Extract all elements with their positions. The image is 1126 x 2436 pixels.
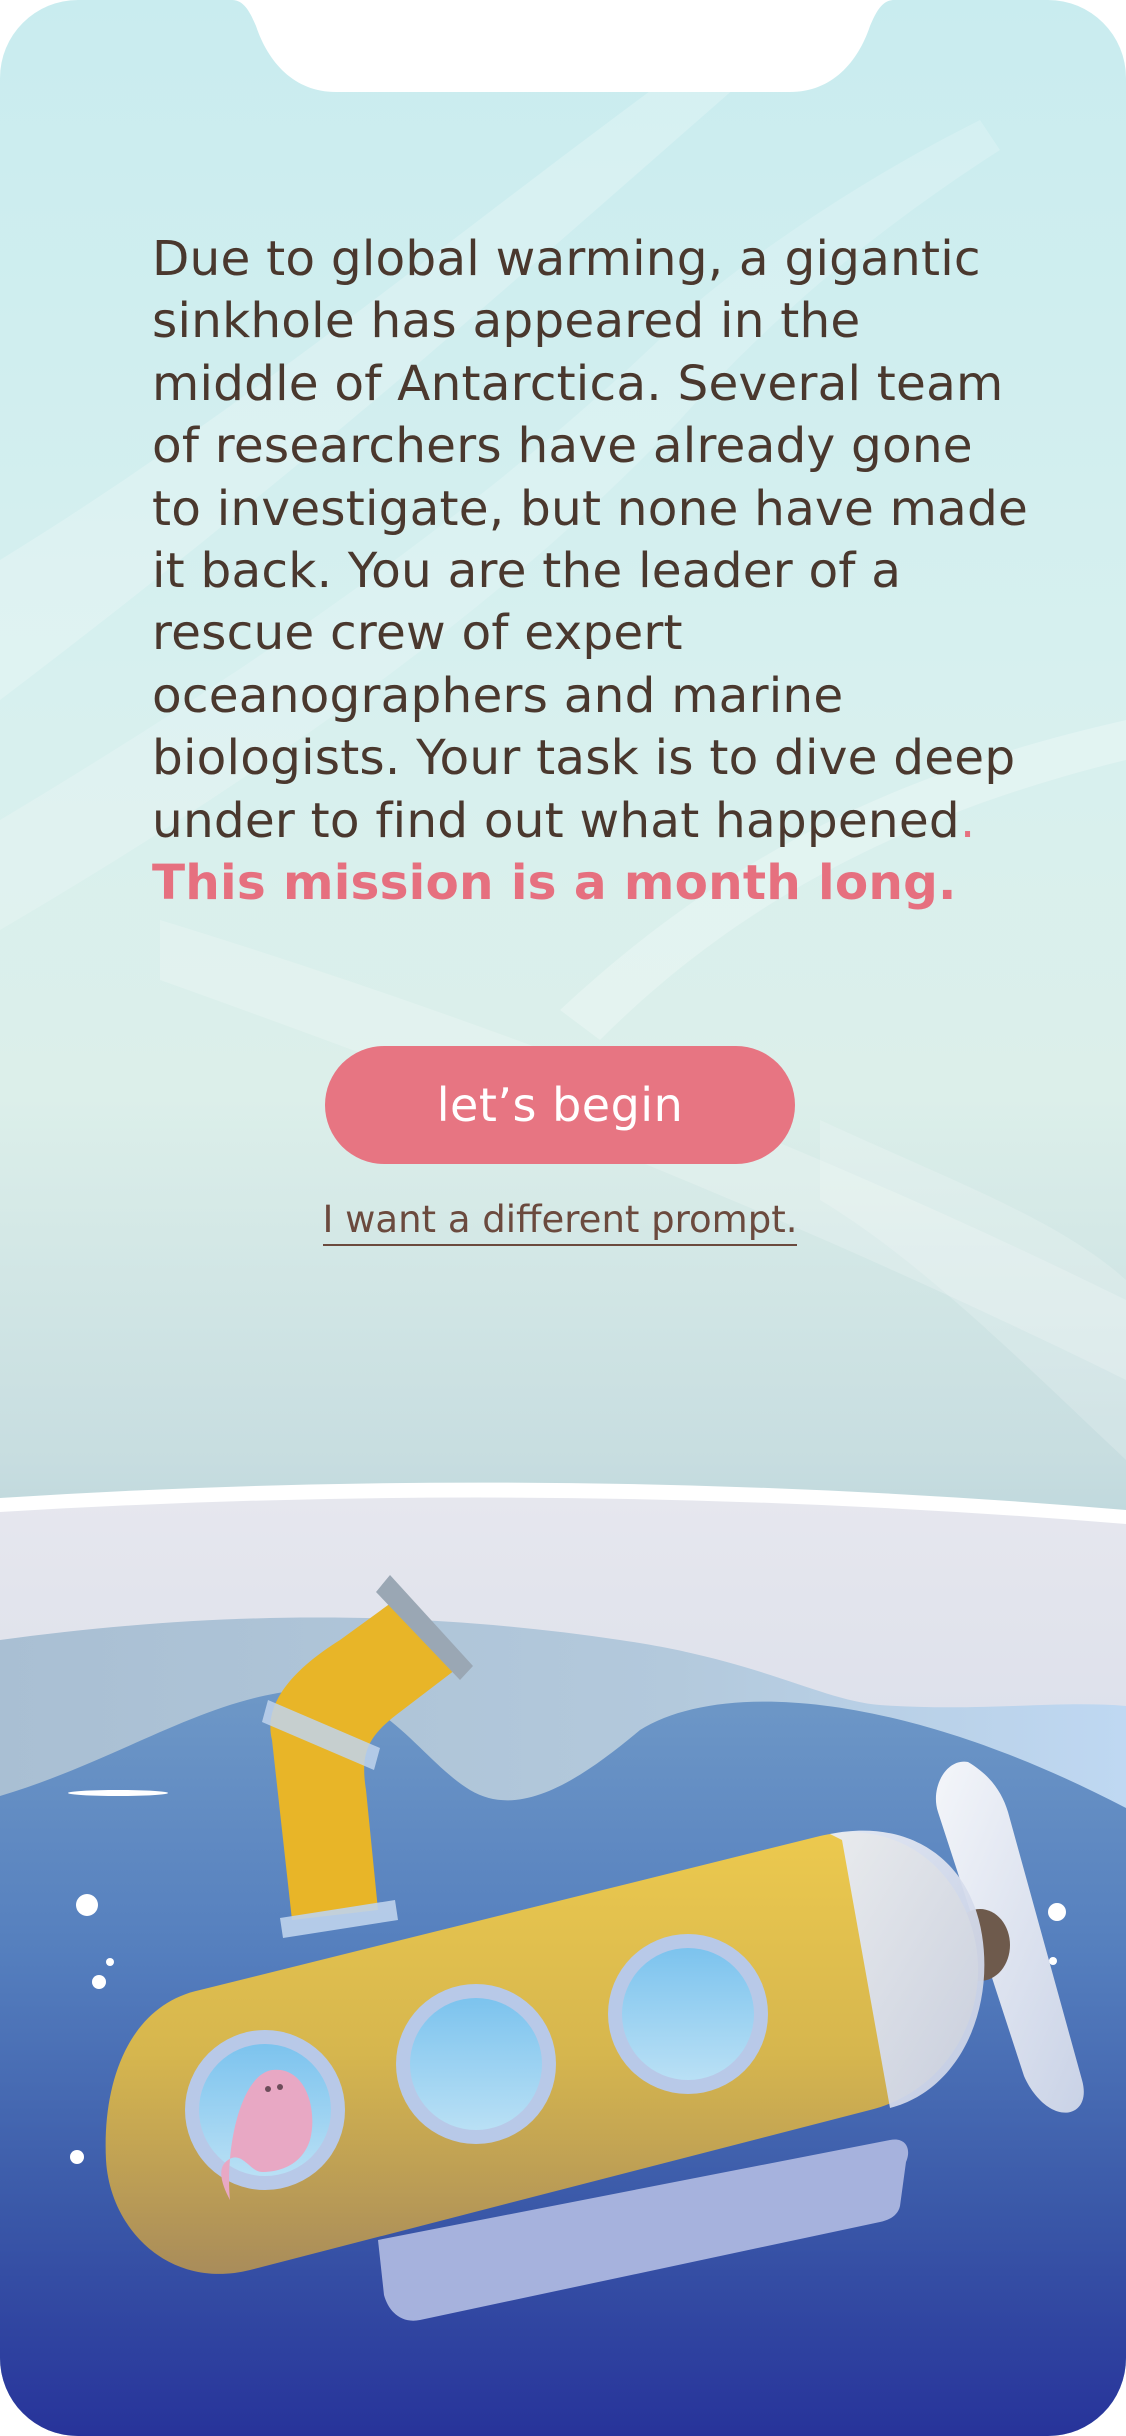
phone-screen: Due to global warming, a gigantic sinkho… — [0, 0, 1126, 2436]
different-prompt-link-row: I want a different prompt. — [200, 1198, 920, 1246]
mission-duration-highlight: This mission is a month long. — [152, 855, 957, 912]
window-3-icon — [608, 1934, 768, 2094]
different-prompt-link[interactable]: I want a different prompt. — [322, 1198, 798, 1246]
mission-description: Due to global warming, a gigantic sinkho… — [152, 228, 1032, 914]
mission-story-period: . — [959, 792, 976, 849]
window-2-icon — [396, 1984, 556, 2144]
lets-begin-button[interactable]: let’s begin — [325, 1046, 795, 1164]
mission-story-text: Due to global warming, a gigantic sinkho… — [152, 231, 1028, 849]
